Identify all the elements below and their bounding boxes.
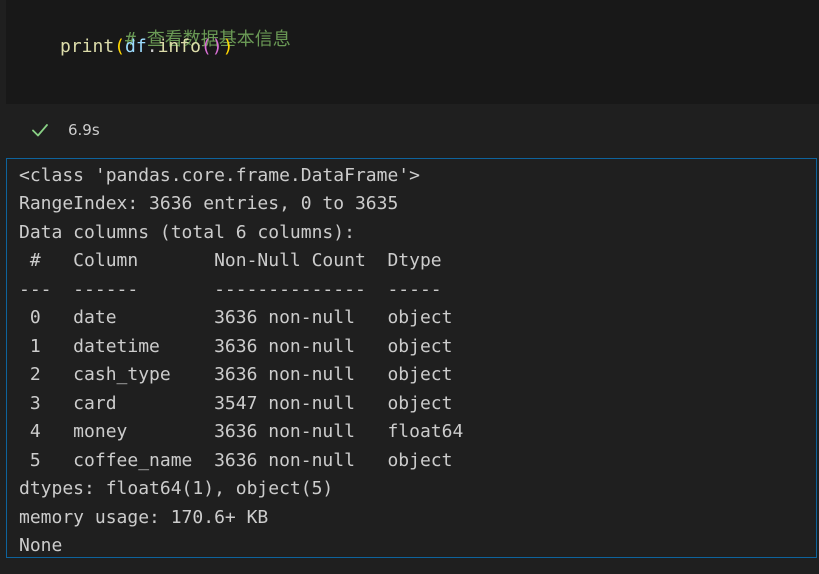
output-table-row: 1 datetime 3636 non-null object xyxy=(19,336,464,357)
code-dot: . xyxy=(146,36,158,57)
output-table-row: 5 coffee_name 3636 non-null object xyxy=(19,450,464,471)
output-line: <class 'pandas.core.frame.DataFrame'> xyxy=(19,165,420,186)
execution-status: 6.9s xyxy=(30,118,100,142)
output-line: None xyxy=(19,535,63,556)
check-icon xyxy=(30,120,50,140)
code-line-print[interactable]: print(df.info()) xyxy=(60,35,233,59)
code-function-name: print xyxy=(60,36,115,57)
output-line: memory usage: 170.6+ KB xyxy=(19,507,269,528)
code-open-paren: ( xyxy=(114,36,126,57)
output-line: Data columns (total 6 columns): xyxy=(19,222,355,243)
output-table-row: 3 card 3547 non-null object xyxy=(19,393,464,414)
output-line: dtypes: float64(1), object(5) xyxy=(19,478,334,499)
output-table-header: # Column Non-Null Count Dtype xyxy=(19,250,464,271)
output-table-row: 2 cash_type 3636 non-null object xyxy=(19,364,464,385)
code-variable: df xyxy=(125,36,147,57)
code-editor[interactable]: # 查看数据基本信息 print(df.info()) xyxy=(6,0,819,104)
code-inner-close-paren: ) xyxy=(211,36,223,57)
code-close-paren: ) xyxy=(222,36,234,57)
output-table-separator: --- ------ -------------- ----- xyxy=(19,279,464,300)
execution-time: 6.9s xyxy=(68,121,100,139)
code-inner-open-paren: ( xyxy=(200,36,212,57)
code-method-name: info xyxy=(157,36,201,57)
output-line: RangeIndex: 3636 entries, 0 to 3635 xyxy=(19,193,399,214)
output-table-row: 0 date 3636 non-null object xyxy=(19,307,464,328)
cell-output[interactable]: <class 'pandas.core.frame.DataFrame'> Ra… xyxy=(6,158,817,558)
code-cell[interactable]: # 查看数据基本信息 print(df.info()) 6.9s xyxy=(0,0,819,147)
output-table-row: 4 money 3636 non-null float64 xyxy=(19,421,464,442)
